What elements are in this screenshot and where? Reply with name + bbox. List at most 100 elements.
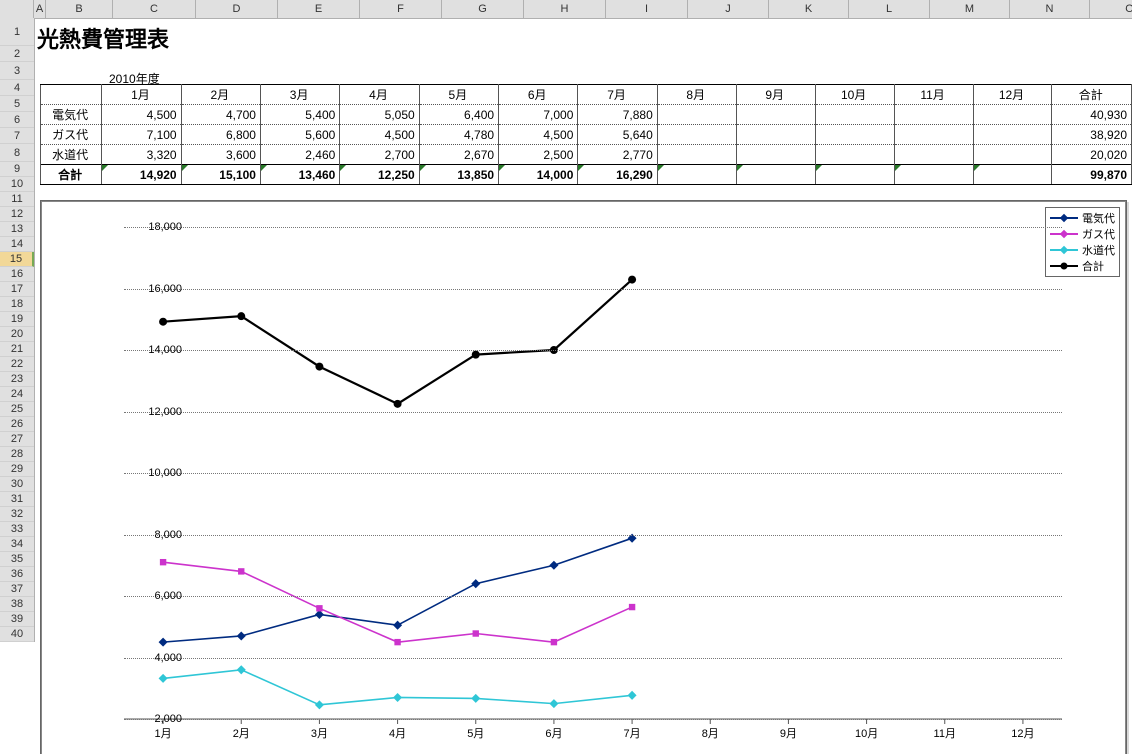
row-header-7[interactable]: 7 (0, 128, 34, 144)
table-cell[interactable] (736, 165, 815, 185)
table-cell[interactable] (973, 125, 1052, 145)
row-header-32[interactable]: 32 (0, 507, 34, 522)
table-cell[interactable]: 6,400 (419, 105, 498, 125)
table-cell[interactable]: 5,600 (260, 125, 339, 145)
table-col-2[interactable]: 2月 (181, 85, 260, 105)
row-header-28[interactable]: 28 (0, 447, 34, 462)
table-cell[interactable] (815, 165, 894, 185)
table-cell[interactable] (973, 145, 1052, 165)
row-header-21[interactable]: 21 (0, 342, 34, 357)
table-col-6[interactable]: 6月 (499, 85, 578, 105)
row-header-6[interactable]: 6 (0, 112, 34, 128)
col-header-H[interactable]: H (524, 0, 606, 18)
row-header-24[interactable]: 24 (0, 387, 34, 402)
table-cell[interactable]: 16,290 (578, 165, 657, 185)
col-header-B[interactable]: B (46, 0, 113, 18)
col-header-L[interactable]: L (849, 0, 930, 18)
table-cell[interactable]: 5,050 (340, 105, 419, 125)
table-cell[interactable]: 7,000 (499, 105, 578, 125)
table-cell[interactable] (657, 125, 736, 145)
table-cell[interactable]: 2,700 (340, 145, 419, 165)
table-cell[interactable]: 13,850 (419, 165, 498, 185)
row-header-19[interactable]: 19 (0, 312, 34, 327)
row-header-35[interactable]: 35 (0, 552, 34, 567)
row-header-22[interactable]: 22 (0, 357, 34, 372)
table-cell-total[interactable]: 99,870 (1052, 165, 1132, 185)
row-header-38[interactable]: 38 (0, 597, 34, 612)
row-header-8[interactable]: 8 (0, 144, 34, 162)
col-header-G[interactable]: G (442, 0, 524, 18)
row-header-27[interactable]: 27 (0, 432, 34, 447)
table-cell[interactable] (973, 105, 1052, 125)
table-cell[interactable] (657, 165, 736, 185)
col-header-K[interactable]: K (769, 0, 849, 18)
table-cell[interactable]: 7,880 (578, 105, 657, 125)
table-cell[interactable]: 13,460 (260, 165, 339, 185)
table-col-9[interactable]: 9月 (736, 85, 815, 105)
table-col-4[interactable]: 4月 (340, 85, 419, 105)
table-col-11[interactable]: 11月 (894, 85, 973, 105)
row-header-33[interactable]: 33 (0, 522, 34, 537)
row-header-14[interactable]: 14 (0, 237, 34, 252)
table-cell[interactable]: 4,500 (499, 125, 578, 145)
table-cell[interactable] (815, 125, 894, 145)
table-cell[interactable]: 6,800 (181, 125, 260, 145)
row-header-25[interactable]: 25 (0, 402, 34, 417)
row-header-30[interactable]: 30 (0, 477, 34, 492)
row-header-37[interactable]: 37 (0, 582, 34, 597)
row-header-40[interactable]: 40 (0, 627, 34, 642)
table-col-3[interactable]: 3月 (260, 85, 339, 105)
table-cell[interactable]: 4,780 (419, 125, 498, 145)
row-header-26[interactable]: 26 (0, 417, 34, 432)
row-header-20[interactable]: 20 (0, 327, 34, 342)
table-cell[interactable]: 7,100 (102, 125, 181, 145)
table-cell[interactable]: 2,770 (578, 145, 657, 165)
col-header-N[interactable]: N (1010, 0, 1090, 18)
row-header-17[interactable]: 17 (0, 282, 34, 297)
row-header-34[interactable]: 34 (0, 537, 34, 552)
row-header-5[interactable]: 5 (0, 96, 34, 112)
table-row[interactable]: 合計14,92015,10013,46012,25013,85014,00016… (41, 165, 1132, 185)
table-row[interactable]: ガス代7,1006,8005,6004,5004,7804,5005,64038… (41, 125, 1132, 145)
table-cell[interactable]: 14,000 (499, 165, 578, 185)
col-header-C[interactable]: C (113, 0, 196, 18)
table-col-7[interactable]: 7月 (578, 85, 657, 105)
row-header-9[interactable]: 9 (0, 162, 34, 177)
col-header-M[interactable]: M (930, 0, 1010, 18)
table-row[interactable]: 電気代4,5004,7005,4005,0506,4007,0007,88040… (41, 105, 1132, 125)
table-cell[interactable] (657, 145, 736, 165)
table-cell[interactable] (815, 105, 894, 125)
table-cell[interactable]: 14,920 (102, 165, 181, 185)
row-header-3[interactable]: 3 (0, 62, 34, 80)
table-cell[interactable]: 4,700 (181, 105, 260, 125)
table-col-5[interactable]: 5月 (419, 85, 498, 105)
table-cell[interactable] (973, 165, 1052, 185)
row-header-36[interactable]: 36 (0, 567, 34, 582)
table-cell[interactable] (736, 105, 815, 125)
table-cell[interactable] (736, 145, 815, 165)
table-cell[interactable]: 15,100 (181, 165, 260, 185)
row-header-2[interactable]: 2 (0, 46, 34, 62)
table-cell[interactable] (736, 125, 815, 145)
row-header-18[interactable]: 18 (0, 297, 34, 312)
table-col-10[interactable]: 10月 (815, 85, 894, 105)
col-header-A[interactable]: A (34, 0, 46, 18)
table-row[interactable]: 水道代3,3203,6002,4602,7002,6702,5002,77020… (41, 145, 1132, 165)
row-header-10[interactable]: 10 (0, 177, 34, 192)
table-cell[interactable]: 4,500 (102, 105, 181, 125)
col-header-O[interactable]: O (1090, 0, 1132, 18)
column-headers[interactable]: ABCDEFGHIJKLMNOP (0, 0, 1132, 19)
row-header-31[interactable]: 31 (0, 492, 34, 507)
row-header-4[interactable]: 4 (0, 80, 34, 96)
table-cell[interactable]: 4,500 (340, 125, 419, 145)
table-col-1[interactable]: 1月 (102, 85, 181, 105)
table-cell[interactable] (815, 145, 894, 165)
table-cell-total[interactable]: 40,930 (1052, 105, 1132, 125)
table-cell[interactable]: 5,400 (260, 105, 339, 125)
utility-table[interactable]: 1月2月3月4月5月6月7月8月9月10月11月12月合計 電気代4,5004,… (40, 84, 1132, 185)
row-header-13[interactable]: 13 (0, 222, 34, 237)
chart-area[interactable]: 電気代 ガス代 水道代 合計 2,0004,0006,0008,00010,00… (40, 200, 1127, 754)
row-header-1[interactable]: 1 (0, 18, 34, 46)
row-header-23[interactable]: 23 (0, 372, 34, 387)
table-col-8[interactable]: 8月 (657, 85, 736, 105)
